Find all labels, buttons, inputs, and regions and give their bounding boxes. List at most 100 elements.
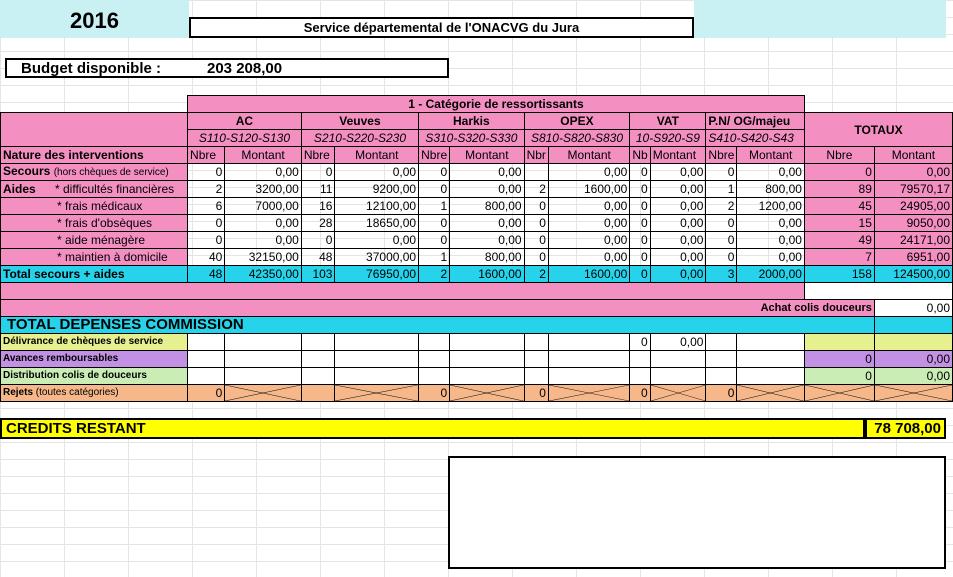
cell[interactable]: 2 <box>705 197 738 215</box>
cell[interactable]: 0,00 <box>736 248 805 266</box>
cell[interactable] <box>334 333 420 351</box>
cell[interactable]: 0 <box>629 214 651 232</box>
cell[interactable]: 0,00 <box>649 180 707 198</box>
cell[interactable] <box>334 350 420 368</box>
cell[interactable]: 0,00 <box>449 214 525 232</box>
notes-box[interactable] <box>448 456 946 569</box>
cell[interactable] <box>300 350 336 368</box>
cell[interactable] <box>300 333 336 351</box>
cell[interactable]: 0 <box>629 333 651 351</box>
cell[interactable]: 0 <box>418 163 451 181</box>
cell[interactable]: 1600,00 <box>547 180 631 198</box>
cell[interactable]: 0 <box>187 231 226 249</box>
cell[interactable]: 12100,00 <box>334 197 420 215</box>
cell[interactable] <box>649 367 707 385</box>
cell[interactable]: 0 <box>705 248 738 266</box>
cell[interactable] <box>418 333 451 351</box>
cell[interactable]: 0,00 <box>449 163 525 181</box>
cell[interactable]: 800,00 <box>449 197 525 215</box>
cell[interactable]: 0,00 <box>736 231 805 249</box>
header-right-cell[interactable] <box>694 0 946 38</box>
cell[interactable]: 0 <box>523 214 549 232</box>
cell[interactable]: 0,00 <box>547 214 631 232</box>
cell[interactable]: 0 <box>418 231 451 249</box>
cell[interactable]: 0,00 <box>649 248 707 266</box>
cell[interactable] <box>224 367 302 385</box>
cell[interactable]: 0 <box>629 163 651 181</box>
cell[interactable] <box>187 367 226 385</box>
cell[interactable] <box>187 333 226 351</box>
cell[interactable]: 37000,00 <box>334 248 420 266</box>
cell[interactable] <box>300 384 336 402</box>
cell[interactable]: 0,00 <box>649 197 707 215</box>
cell[interactable] <box>523 333 549 351</box>
cell[interactable] <box>187 350 226 368</box>
cell[interactable] <box>547 333 631 351</box>
cell[interactable] <box>523 163 549 181</box>
cell[interactable] <box>547 367 631 385</box>
cell[interactable]: 0,00 <box>736 163 805 181</box>
cell[interactable] <box>705 350 738 368</box>
cell[interactable]: 7000,00 <box>224 197 302 215</box>
cell[interactable]: 0,00 <box>649 333 707 351</box>
cell[interactable]: 0 <box>187 214 226 232</box>
cell[interactable]: 0 <box>629 197 651 215</box>
cell[interactable]: 0 <box>187 384 226 402</box>
cell[interactable]: 40 <box>187 248 226 266</box>
cell[interactable]: 9200,00 <box>334 180 420 198</box>
cell[interactable]: 0 <box>629 384 651 402</box>
cell[interactable]: 0 <box>705 163 738 181</box>
cell[interactable]: 0,00 <box>224 214 302 232</box>
cell[interactable]: 0,00 <box>649 214 707 232</box>
cell[interactable]: 0 <box>705 231 738 249</box>
cell[interactable]: 32150,00 <box>224 248 302 266</box>
cell[interactable]: 18650,00 <box>334 214 420 232</box>
cell[interactable]: 0,00 <box>449 231 525 249</box>
cell[interactable]: 1 <box>418 197 451 215</box>
cell[interactable] <box>224 350 302 368</box>
cell[interactable]: 0,00 <box>649 163 707 181</box>
cell[interactable]: 3200,00 <box>224 180 302 198</box>
cell[interactable] <box>629 350 651 368</box>
cell[interactable]: 0 <box>523 248 549 266</box>
cell[interactable] <box>736 333 805 351</box>
cell[interactable]: 11 <box>300 180 336 198</box>
achat-value[interactable]: 0,00 <box>873 299 953 317</box>
cell[interactable]: 0,00 <box>547 231 631 249</box>
cell[interactable] <box>334 367 420 385</box>
cell[interactable]: 0,00 <box>334 231 420 249</box>
cell[interactable] <box>418 367 451 385</box>
cell[interactable]: 0 <box>629 248 651 266</box>
cell[interactable]: 0,00 <box>334 163 420 181</box>
cell[interactable] <box>224 333 302 351</box>
cell[interactable]: 6 <box>187 197 226 215</box>
cell[interactable]: 0,00 <box>649 231 707 249</box>
cell[interactable]: 48 <box>300 248 336 266</box>
cell[interactable]: 0,00 <box>224 163 302 181</box>
cell[interactable]: 0 <box>418 214 451 232</box>
budget-value[interactable]: 203 208,00 <box>191 58 449 78</box>
spacer-cell[interactable] <box>803 282 953 300</box>
cell[interactable] <box>449 367 525 385</box>
cell[interactable]: 0 <box>418 384 451 402</box>
cell[interactable]: 0,00 <box>449 180 525 198</box>
cell[interactable] <box>523 367 549 385</box>
cell[interactable] <box>300 367 336 385</box>
cell[interactable] <box>705 333 738 351</box>
cell[interactable] <box>736 367 805 385</box>
cell[interactable]: 0 <box>629 180 651 198</box>
cell[interactable]: 0 <box>418 180 451 198</box>
cell[interactable]: 0 <box>187 163 226 181</box>
cell[interactable]: 800,00 <box>449 248 525 266</box>
cell[interactable]: 0 <box>705 214 738 232</box>
cell[interactable] <box>523 350 549 368</box>
cell[interactable] <box>649 350 707 368</box>
cell[interactable] <box>449 350 525 368</box>
cell[interactable]: 0,00 <box>224 231 302 249</box>
cell[interactable]: 1 <box>418 248 451 266</box>
cell[interactable] <box>418 350 451 368</box>
cell[interactable]: 0 <box>300 231 336 249</box>
cell[interactable] <box>705 367 738 385</box>
cell[interactable] <box>736 350 805 368</box>
cell[interactable]: 0,00 <box>547 163 631 181</box>
